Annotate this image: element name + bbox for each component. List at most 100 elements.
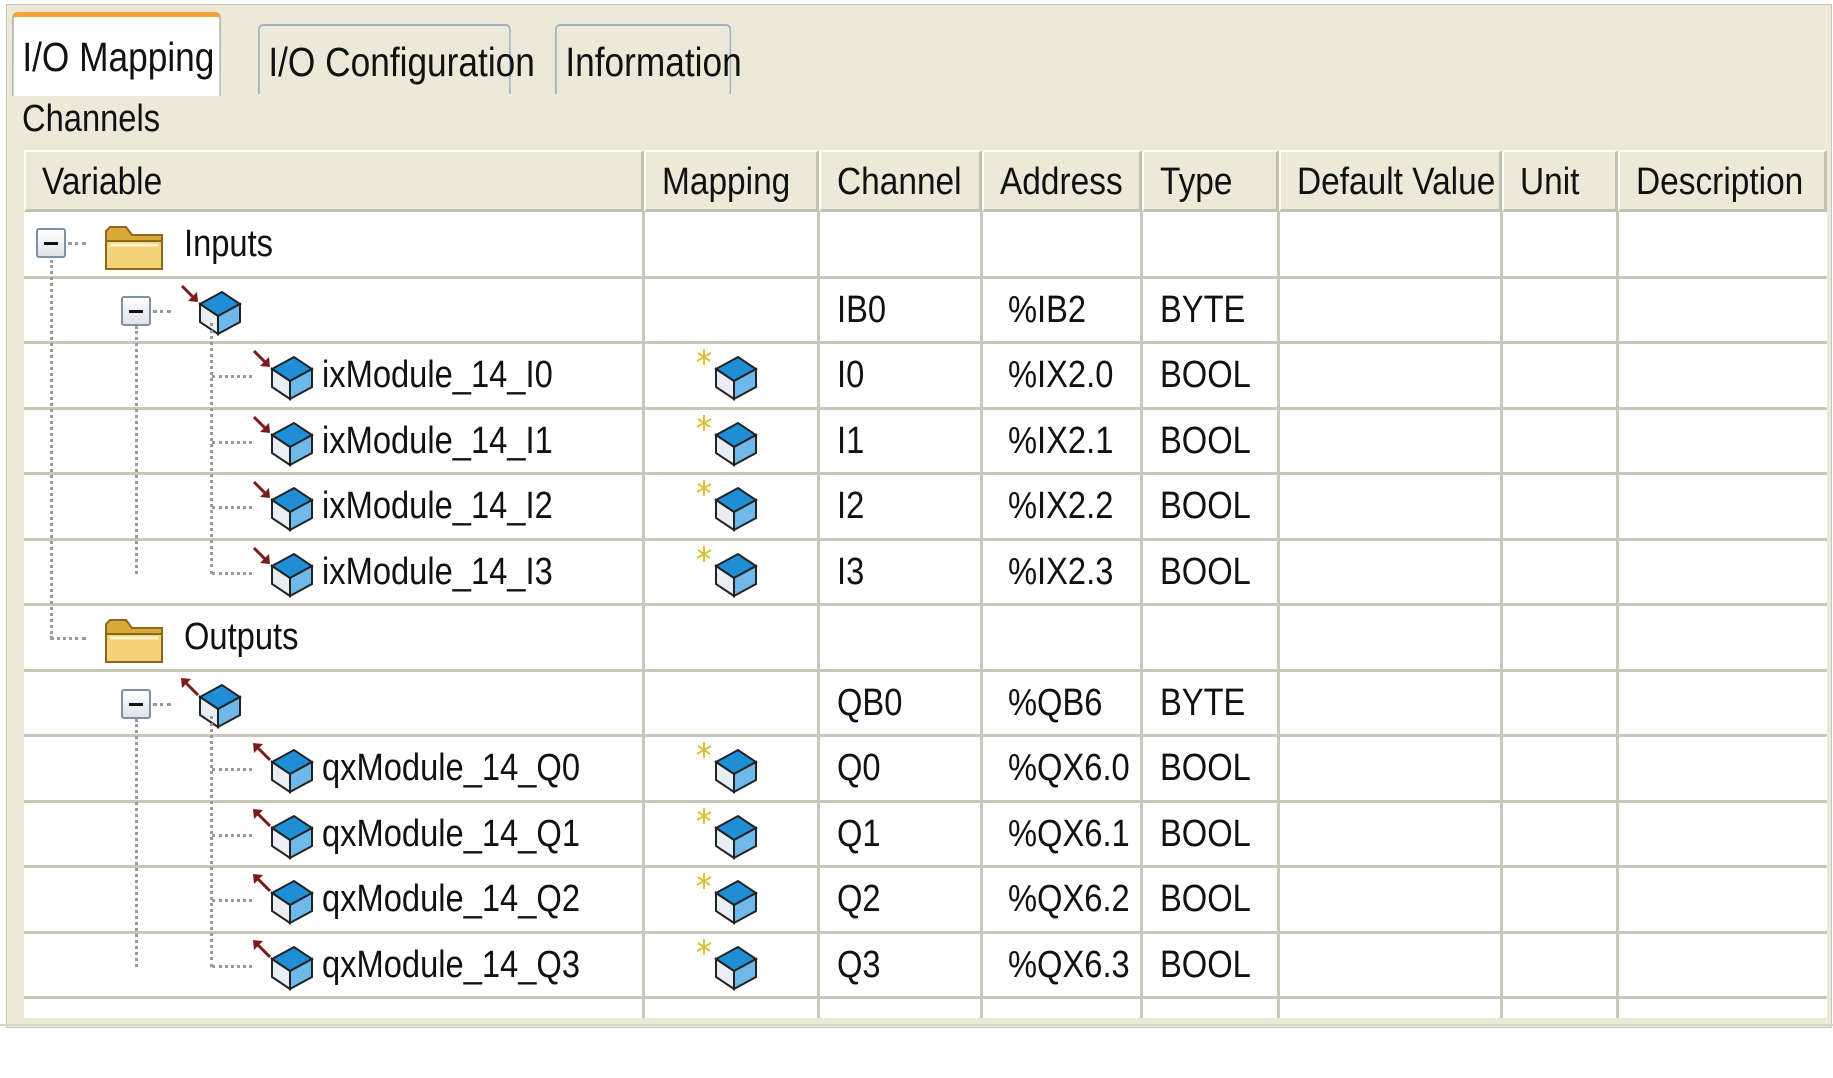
variable-name-cell[interactable]: ixModule_14_I3	[322, 540, 590, 605]
mapping-icon	[696, 938, 758, 991]
address-cell[interactable]: %IB2	[1008, 278, 1099, 343]
channel-group-row[interactable]: IB0 %IB2 BYTE	[24, 278, 1827, 343]
variable-name-cell[interactable]: ixModule_14_I2	[322, 474, 590, 539]
type-cell-value: BOOL	[1160, 485, 1251, 527]
channel-row[interactable]: qxModule_14_Q0 Q0 %QX6.0 BOOL	[24, 736, 1827, 801]
tab-io-mapping-label: I/O Mapping	[22, 34, 215, 80]
column-header-unit[interactable]: Unit	[1502, 150, 1618, 212]
collapse-group-button[interactable]	[121, 688, 151, 719]
channel-cell[interactable]: Q3	[837, 933, 888, 998]
channel-cell-value: I1	[837, 419, 865, 462]
type-cell[interactable]: BYTE	[1160, 671, 1259, 736]
tree-guide-line	[50, 260, 53, 639]
address-cell[interactable]: %IX2.0	[1008, 343, 1131, 408]
channel-cell[interactable]: Q0	[837, 736, 888, 801]
address-cell[interactable]: %QX6.0	[1008, 736, 1150, 801]
channel-cell[interactable]: I2	[837, 474, 869, 539]
column-header-variable[interactable]: Variable	[24, 150, 644, 212]
type-cell[interactable]: BOOL	[1160, 474, 1266, 539]
io-mapping-editor: I/O Mapping I/O Configuration Informatio…	[0, 0, 1833, 1078]
variable-name: qxModule_14_Q1	[322, 812, 580, 855]
type-cell-value: BYTE	[1160, 288, 1246, 331]
collapse-inputs-button[interactable]	[36, 228, 66, 258]
variable-name-cell[interactable]: ixModule_14_I0	[322, 343, 590, 408]
variable-name-cell[interactable]: ixModule_14_I1	[322, 409, 590, 474]
channel-cell[interactable]: I0	[837, 343, 869, 408]
channel-cell[interactable]: I3	[837, 540, 869, 605]
address-cell-value: %QX6.0	[1008, 747, 1130, 789]
variable-name: ixModule_14_I3	[322, 550, 553, 593]
address-cell-value: %QX6.2	[1008, 878, 1130, 920]
address-cell[interactable]: %QX6.3	[1008, 933, 1150, 998]
type-cell-value: BOOL	[1160, 550, 1251, 593]
mapping-icon	[696, 349, 758, 401]
mapping-icon	[696, 545, 758, 598]
address-cell[interactable]: %QB6	[1008, 671, 1118, 736]
tree-folder-row[interactable]: Inputs	[24, 212, 1827, 277]
panel-bottom-border	[0, 1024, 1833, 1026]
channel-cell[interactable]: QB0	[837, 671, 913, 736]
io-channel-icon	[253, 939, 314, 991]
channel-row[interactable]: ixModule_14_I2 I2 %IX2.2 BOOL	[24, 474, 1827, 539]
column-header-label: Type	[1160, 161, 1233, 203]
mapping-icon	[696, 873, 758, 925]
channel-row[interactable]: qxModule_14_Q1 Q1 %QX6.1 BOOL	[24, 802, 1827, 867]
column-header-type[interactable]: Type	[1142, 150, 1279, 212]
section-title: Channels	[22, 98, 161, 140]
column-header-mapping[interactable]: Mapping	[644, 150, 819, 212]
address-cell[interactable]: %QX6.2	[1008, 867, 1150, 932]
type-cell[interactable]: BOOL	[1160, 540, 1266, 605]
type-cell[interactable]: BYTE	[1160, 278, 1259, 343]
tab-io-mapping[interactable]: I/O Mapping	[12, 12, 221, 96]
channel-row[interactable]: ixModule_14_I3 I3 %IX2.3 BOOL	[24, 540, 1827, 605]
channel-row[interactable]: qxModule_14_Q2 Q2 %QX6.2 BOOL	[24, 867, 1827, 932]
column-header-channel[interactable]: Channel	[819, 150, 982, 212]
tree-connector	[212, 440, 252, 444]
variable-name-cell[interactable]: qxModule_14_Q1	[322, 802, 622, 867]
address-cell[interactable]: %IX2.3	[1008, 540, 1131, 605]
type-cell[interactable]: BOOL	[1160, 343, 1266, 408]
variable-name-cell[interactable]: qxModule_14_Q2	[322, 867, 622, 932]
channel-row[interactable]: ixModule_14_I1 I1 %IX2.1 BOOL	[24, 409, 1827, 474]
channel-group-row[interactable]: QB0 %QB6 BYTE	[24, 671, 1827, 736]
variable-name-cell[interactable]: qxModule_14_Q3	[322, 933, 622, 998]
column-header-label: Unit	[1520, 161, 1580, 203]
address-cell[interactable]: %IX2.2	[1008, 474, 1131, 539]
channel-cell[interactable]: I1	[837, 409, 869, 474]
type-cell[interactable]: BOOL	[1160, 933, 1266, 998]
tab-information[interactable]: Information	[555, 24, 742, 94]
address-cell-value: %IX2.0	[1008, 354, 1114, 396]
channel-row[interactable]: qxModule_14_Q3 Q3 %QX6.3 BOOL	[24, 933, 1827, 998]
channel-cell[interactable]: Q2	[837, 867, 888, 932]
mapping-icon	[696, 742, 758, 794]
tree-guide-line	[135, 325, 138, 574]
type-cell[interactable]: BOOL	[1160, 409, 1266, 474]
channel-cell[interactable]: IB0	[837, 278, 894, 343]
tree-folder-row[interactable]: Outputs	[24, 605, 1827, 670]
tree-folder-label: Inputs	[184, 212, 288, 277]
address-cell[interactable]: %IX2.1	[1008, 409, 1131, 474]
tab-information-label: Information	[565, 39, 742, 85]
column-header-default-value[interactable]: Default Value	[1279, 150, 1502, 212]
channel-cell[interactable]: Q1	[837, 802, 888, 867]
channel-row[interactable]: ixModule_14_I0 I0 %IX2.0 BOOL	[24, 343, 1827, 408]
address-cell[interactable]: %QX6.1	[1008, 802, 1150, 867]
channel-cell-value: IB0	[837, 288, 887, 331]
folder-icon	[105, 619, 163, 663]
type-cell[interactable]: BOOL	[1160, 802, 1266, 867]
type-cell-value: BOOL	[1160, 354, 1251, 396]
io-channel-icon	[253, 874, 314, 925]
type-cell[interactable]: BOOL	[1160, 736, 1266, 801]
variable-name-cell[interactable]: qxModule_14_Q0	[322, 736, 622, 801]
variable-name: ixModule_14_I2	[322, 485, 553, 527]
tab-io-configuration[interactable]: I/O Configuration	[258, 24, 535, 94]
collapse-group-button[interactable]	[121, 295, 151, 326]
variable-name: qxModule_14_Q2	[322, 878, 580, 920]
column-header-label: Variable	[42, 161, 163, 203]
type-cell-value: BOOL	[1160, 812, 1251, 855]
type-cell[interactable]: BOOL	[1160, 867, 1266, 932]
tree-folder-label: Outputs	[184, 605, 317, 670]
column-header-description[interactable]: Description	[1618, 150, 1827, 212]
column-header-address[interactable]: Address	[982, 150, 1142, 212]
channel-cell-value: I2	[837, 485, 865, 527]
